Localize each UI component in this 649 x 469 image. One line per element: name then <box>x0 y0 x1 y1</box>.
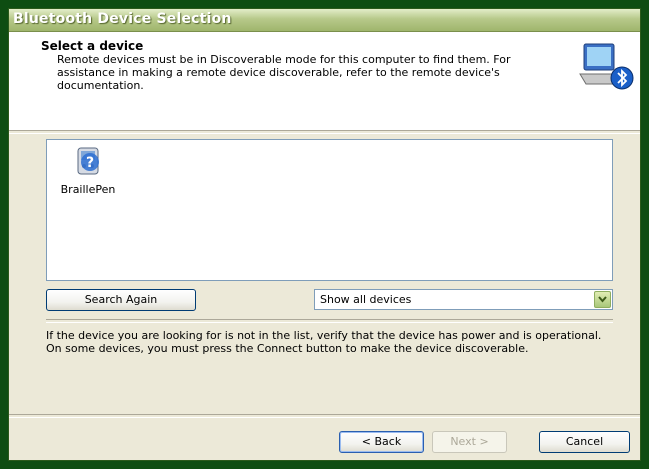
header-subtitle: Remote devices must be in Discoverable m… <box>57 53 511 92</box>
svg-text:?: ? <box>86 155 94 171</box>
section-divider <box>46 319 613 323</box>
next-button: Next > <box>432 431 507 453</box>
device-filter-value: Show all devices <box>320 293 412 306</box>
header-divider <box>9 130 640 134</box>
header-title: Select a device <box>41 39 144 53</box>
device-filter-select[interactable]: Show all devices <box>314 289 613 310</box>
bluetooth-computer-icon <box>579 43 634 90</box>
device-list[interactable]: ? BraillePen <box>46 139 613 281</box>
bluetooth-device-selection-window: Bluetooth Device Selection Select a devi… <box>8 8 641 461</box>
wizard-header: Select a device Remote devices must be i… <box>9 32 640 130</box>
unknown-device-icon: ? <box>77 147 99 175</box>
info-text: If the device you are looking for is not… <box>46 329 602 355</box>
device-label: BraillePen <box>60 183 116 196</box>
footer-divider <box>9 414 640 418</box>
device-item[interactable]: ? BraillePen <box>53 144 123 196</box>
back-button[interactable]: < Back <box>339 431 424 453</box>
window-title: Bluetooth Device Selection <box>13 11 232 27</box>
cancel-button[interactable]: Cancel <box>539 431 630 453</box>
title-bar[interactable]: Bluetooth Device Selection <box>9 9 640 32</box>
search-again-button[interactable]: Search Again <box>46 289 196 311</box>
chevron-down-icon[interactable] <box>594 291 611 308</box>
